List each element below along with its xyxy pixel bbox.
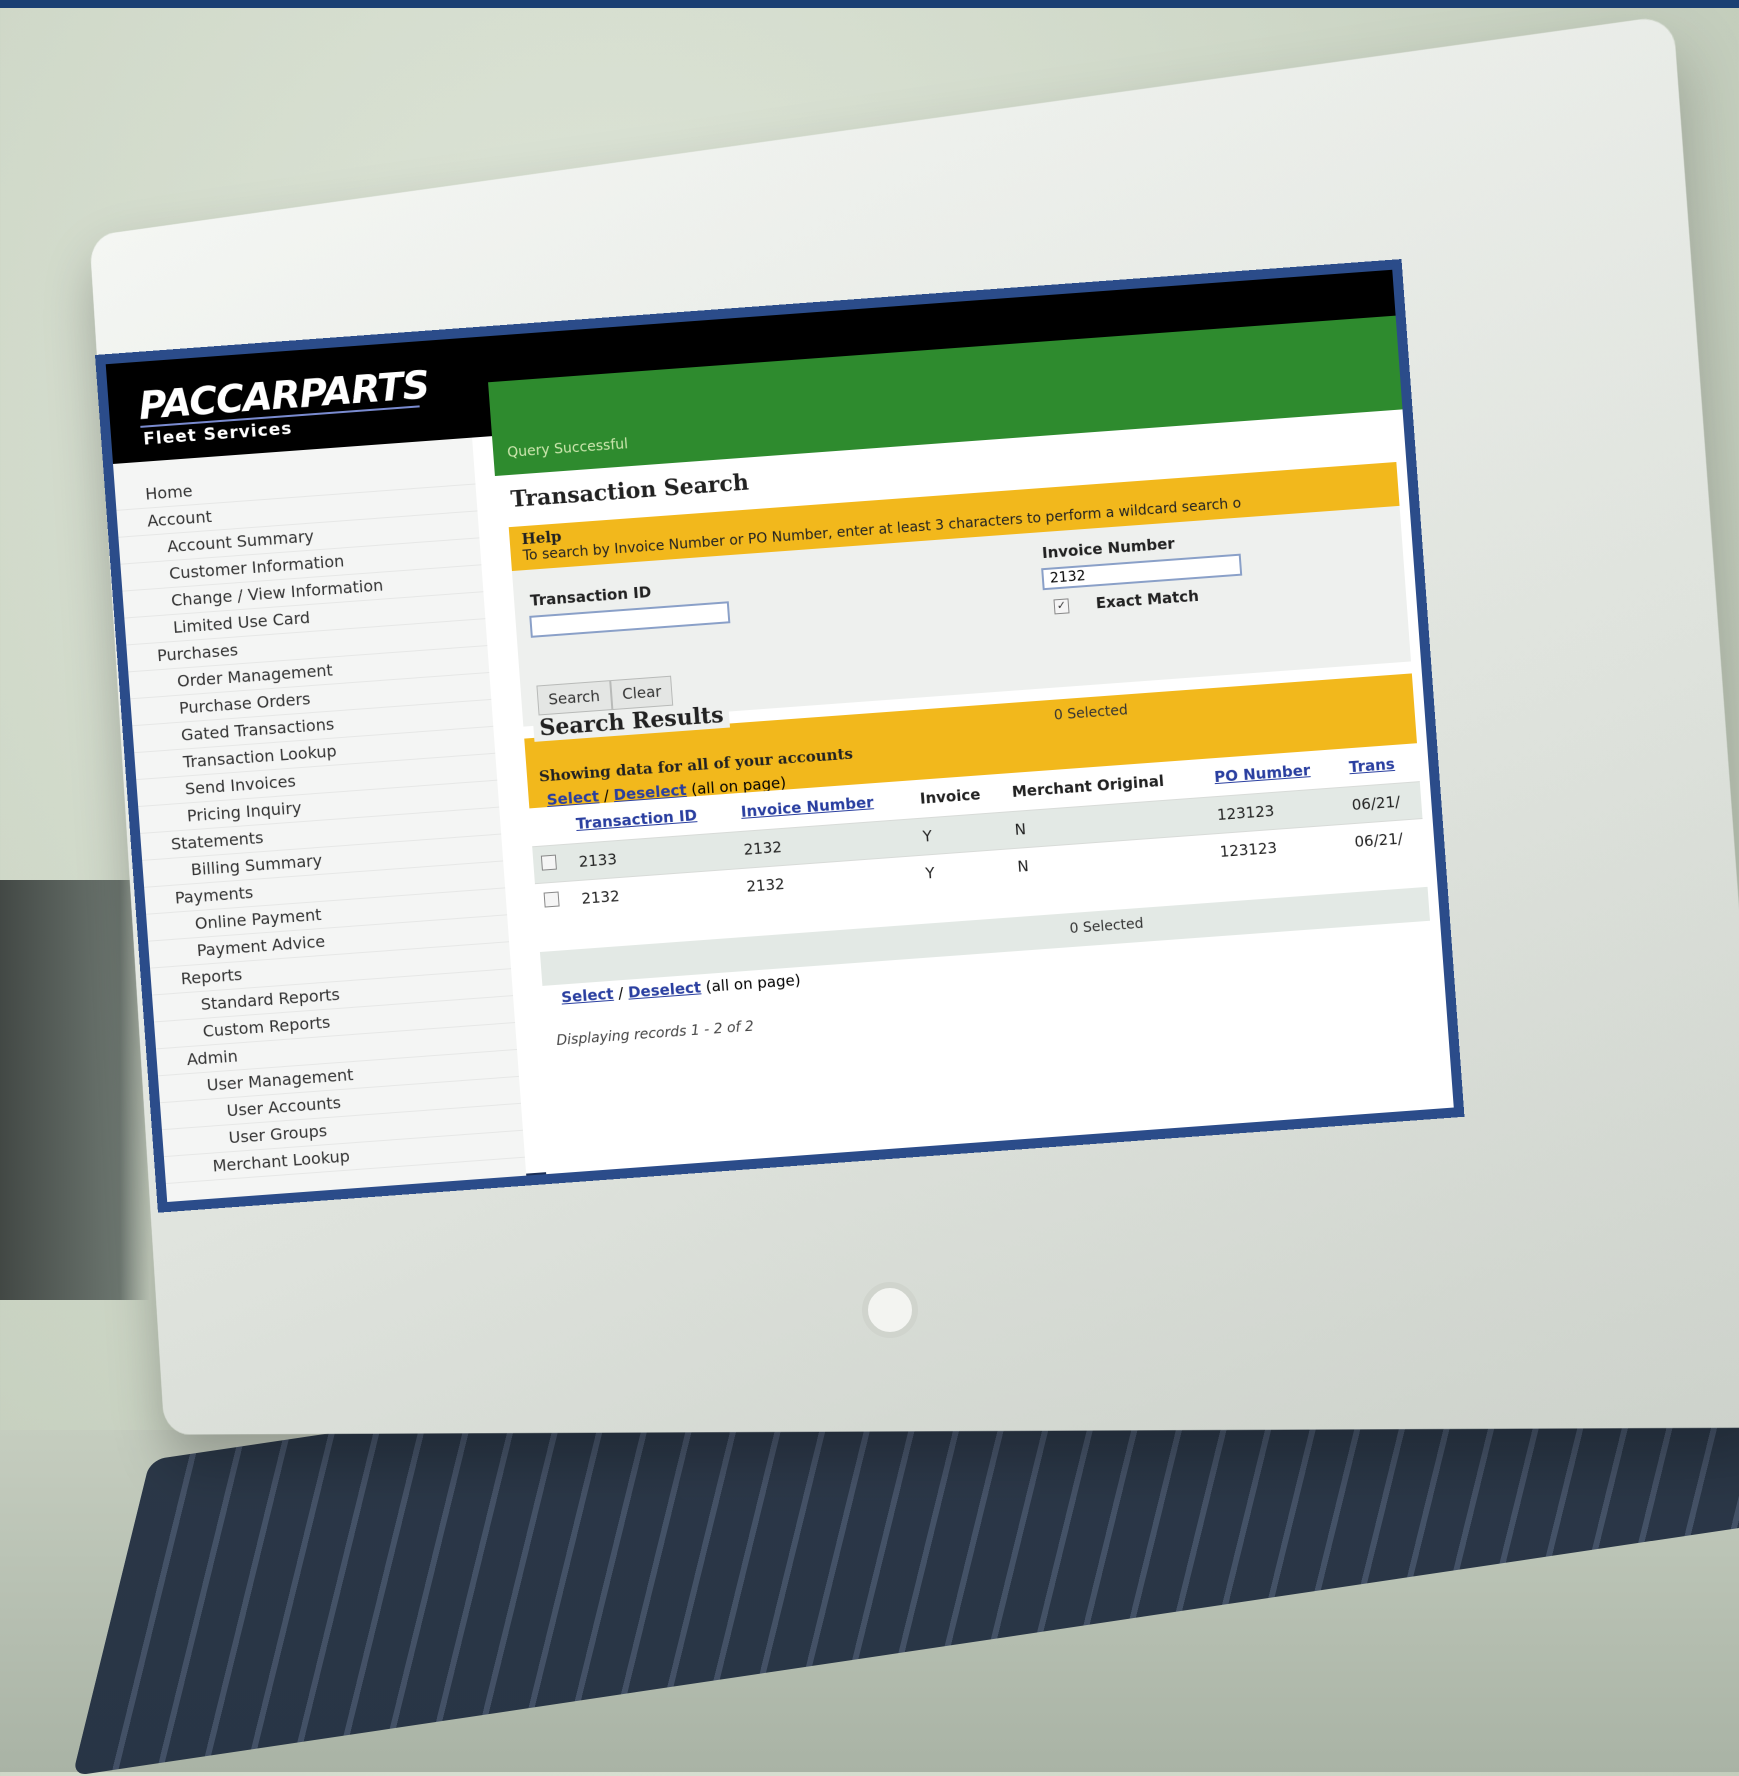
- select-link-bottom[interactable]: Select: [561, 985, 615, 1007]
- background-shadow: [0, 880, 150, 1300]
- exact-match-label: Exact Match: [1095, 586, 1200, 613]
- sidebar-nav: Home Account Account Summary Customer Infor…: [113, 438, 525, 1185]
- cell-trans: 06/21/: [1345, 818, 1426, 861]
- page-title: Transaction Search: [509, 469, 750, 513]
- monitor-screen: PACCARPARTS Fleet Services Home Account Ac…: [95, 259, 1465, 1213]
- deselect-link-bottom[interactable]: Deselect: [627, 978, 701, 1001]
- selected-count-top: 0 Selected: [1053, 702, 1129, 724]
- records-count: Displaying records 1 - 2 of 2: [555, 1018, 755, 1050]
- all-on-page-label: (all on page): [705, 971, 802, 996]
- clear-button[interactable]: Clear: [610, 675, 674, 711]
- row-checkbox-cell[interactable]: [532, 844, 573, 884]
- cell-invoice: Y: [916, 848, 1011, 893]
- select-separator: /: [617, 984, 625, 1003]
- power-button: [862, 1282, 918, 1338]
- brand-logo[interactable]: PACCARPARTS: [137, 363, 430, 428]
- sidebar: Home Account Account Summary Customer Infor…: [113, 437, 531, 1213]
- invoice-number-label: Invoice Number: [1041, 534, 1176, 563]
- selected-count-bottom: 0 Selected: [1069, 915, 1145, 938]
- cell-trans: 06/21/: [1342, 781, 1423, 825]
- row-checkbox[interactable]: [540, 854, 557, 871]
- row-checkbox-cell[interactable]: [534, 880, 575, 921]
- row-checkbox[interactable]: [543, 890, 560, 908]
- top-strip: [0, 0, 1739, 8]
- checkbox-col-header: [529, 805, 570, 847]
- status-message: Query Successful: [506, 436, 629, 462]
- exact-match-checkbox[interactable]: ✓: [1053, 598, 1070, 615]
- col-header-trans[interactable]: Trans: [1339, 743, 1420, 788]
- transaction-id-label: Transaction ID: [529, 582, 652, 610]
- main-content: Query Successful Transaction Search Help…: [492, 369, 1454, 1175]
